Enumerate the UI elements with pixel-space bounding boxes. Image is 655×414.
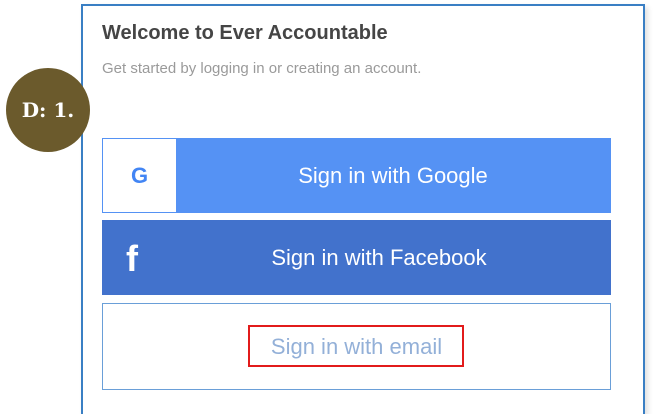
facebook-signin-label: Sign in with Facebook xyxy=(271,244,487,270)
facebook-signin-button[interactable]: f Sign in with Facebook xyxy=(102,220,611,295)
google-signin-label: Sign in with Google xyxy=(298,162,488,188)
facebook-f-icon: f xyxy=(126,238,138,279)
google-icon-box: G xyxy=(103,139,176,212)
highlight-box xyxy=(248,325,464,367)
google-g-icon: G xyxy=(130,162,149,188)
page-title: Welcome to Ever Accountable xyxy=(102,22,388,44)
google-signin-button[interactable]: G Sign in with Google xyxy=(102,138,611,213)
page-subtitle: Get started by logging in or creating an… xyxy=(102,60,422,77)
step-badge: D: 1. xyxy=(6,68,90,152)
